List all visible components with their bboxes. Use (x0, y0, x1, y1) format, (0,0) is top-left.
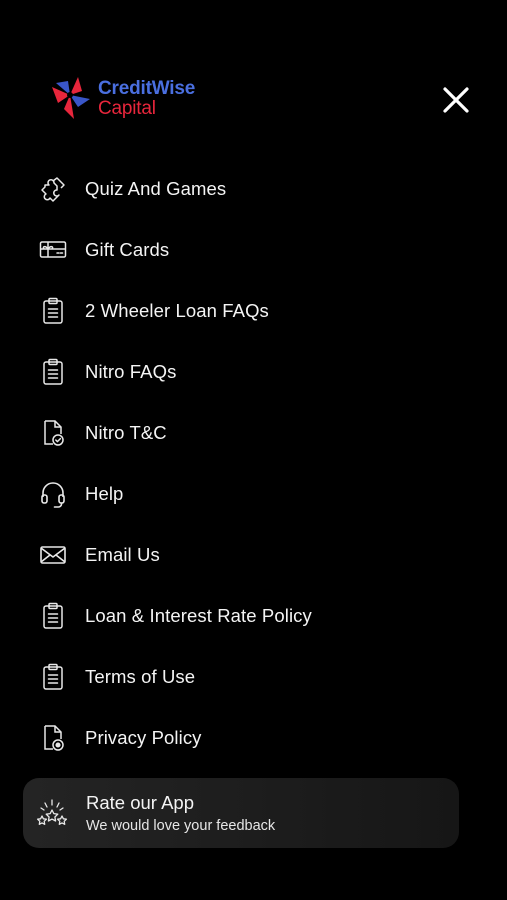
clipboard-icon (38, 296, 68, 326)
menu-label: Loan & Interest Rate Policy (85, 604, 312, 626)
logo-capital-text: Capital (98, 97, 156, 119)
close-button[interactable] (436, 80, 476, 120)
rate-app-title: Rate our App (86, 792, 194, 814)
close-icon (442, 86, 470, 114)
rate-app-text: Rate our App We would love your feedback (86, 792, 275, 833)
logo-line-1: CreditWise (98, 79, 195, 98)
logo-mark-icon (48, 73, 96, 123)
menu-item-quiz-and-games[interactable]: Quiz And Games (0, 158, 507, 219)
menu-item-2-wheeler-loan-faqs[interactable]: 2 Wheeler Loan FAQs (0, 280, 507, 341)
rate-app-subtitle: We would love your feedback (86, 817, 276, 834)
menu-item-privacy-policy[interactable]: Privacy Policy (0, 707, 507, 768)
menu-item-gift-cards[interactable]: Gift Cards (0, 219, 507, 280)
headset-icon (38, 479, 68, 509)
stars-rating-icon (35, 796, 69, 830)
mail-icon (38, 540, 68, 570)
logo-wise-text: Wise (151, 77, 196, 99)
menu-label: Email Us (85, 543, 160, 565)
menu-label: Privacy Policy (85, 726, 202, 748)
logo-wordmark: CreditWise Capital (98, 79, 195, 118)
clipboard-icon (38, 662, 68, 692)
rate-app-card[interactable]: Rate our App We would love your feedback (23, 778, 459, 848)
menu-label: Nitro FAQs (85, 360, 177, 382)
brand-logo: CreditWise Capital (48, 72, 218, 124)
menu-label: 2 Wheeler Loan FAQs (85, 299, 269, 321)
logo-credit-text: Credit (98, 77, 152, 99)
document-lock-icon (38, 723, 68, 753)
menu-label: Help (85, 482, 124, 504)
menu-label: Terms of Use (85, 665, 196, 687)
menu-label: Quiz And Games (85, 177, 227, 199)
clipboard-icon (38, 357, 68, 387)
menu-item-help[interactable]: Help (0, 463, 507, 524)
side-menu-list: Quiz And Games Gift Cards 2 Wheeler Loan… (0, 158, 507, 768)
gift-card-icon (38, 235, 68, 265)
puzzle-icon (38, 174, 68, 204)
menu-label: Gift Cards (85, 238, 170, 260)
menu-item-nitro-faqs[interactable]: Nitro FAQs (0, 341, 507, 402)
menu-item-nitro-tandc[interactable]: Nitro T&C (0, 402, 507, 463)
document-check-icon (38, 418, 68, 448)
clipboard-icon (38, 601, 68, 631)
menu-item-loan-and-interest-rate-policy[interactable]: Loan & Interest Rate Policy (0, 585, 507, 646)
menu-label: Nitro T&C (85, 421, 167, 443)
side-menu-screen: CreditWise Capital Quiz And Games Gift C… (0, 0, 507, 900)
menu-item-email-us[interactable]: Email Us (0, 524, 507, 585)
menu-item-terms-of-use[interactable]: Terms of Use (0, 646, 507, 707)
